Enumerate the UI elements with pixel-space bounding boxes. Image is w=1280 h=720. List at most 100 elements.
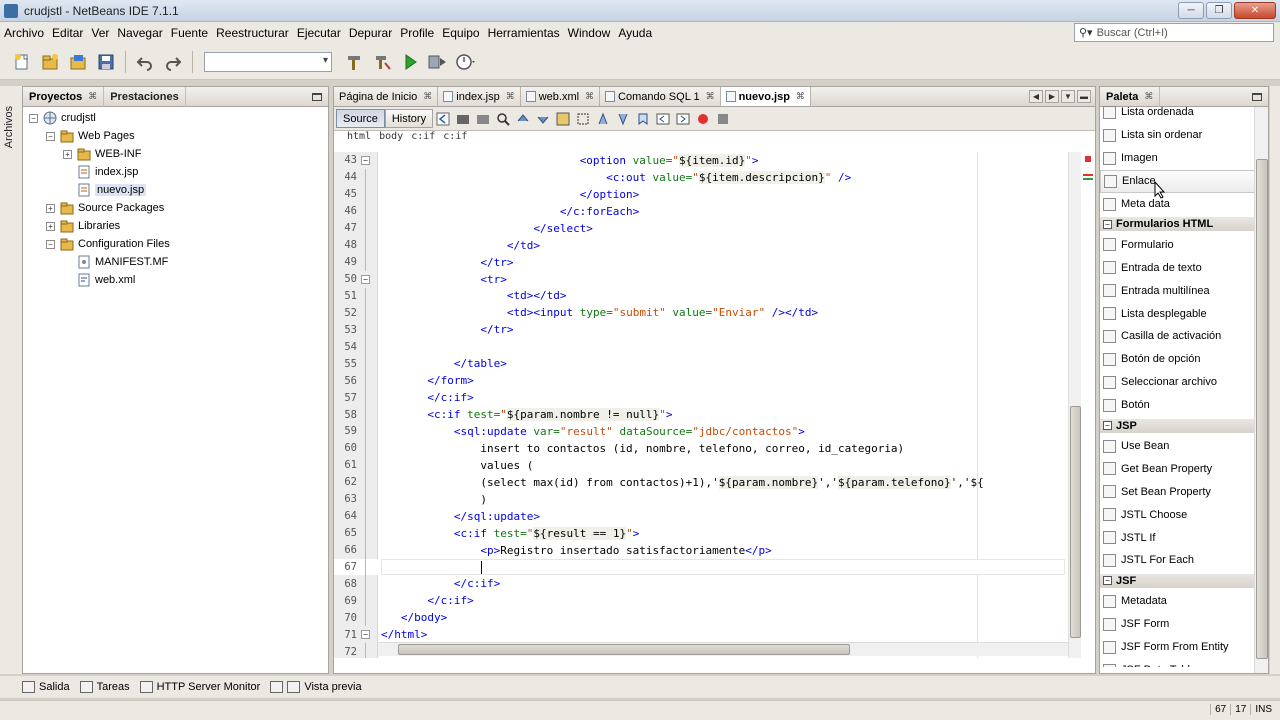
code-line[interactable]: 58 <c:if test="${param.nombre != null}">: [334, 406, 1069, 423]
close-icon[interactable]: ⌘: [506, 91, 515, 102]
find-previous-icon[interactable]: [514, 110, 532, 128]
tab-proyectos[interactable]: Proyectos ⌘: [23, 86, 105, 107]
find-next-icon[interactable]: [534, 110, 552, 128]
forward-icon[interactable]: [474, 110, 492, 128]
tree-node[interactable]: MANIFEST.MF: [23, 253, 328, 271]
build-hammer-icon[interactable]: [343, 51, 365, 73]
breadcrumb-item[interactable]: c:if: [443, 131, 467, 145]
palette-scrollbar[interactable]: [1254, 107, 1268, 673]
undo-icon[interactable]: [134, 51, 156, 73]
shift-left-icon[interactable]: [654, 110, 672, 128]
menu-herramientas[interactable]: Herramientas: [484, 26, 564, 40]
tree-node[interactable]: − Web Pages: [23, 127, 328, 145]
minimize-panel-icon[interactable]: [312, 92, 322, 101]
shift-right-icon[interactable]: [674, 110, 692, 128]
menu-archivo[interactable]: Archivo: [0, 26, 48, 40]
tab-vista-previa[interactable]: Vista previa: [270, 681, 362, 693]
code-line[interactable]: 59 <sql:update var="result" dataSource="…: [334, 423, 1069, 440]
profile-project-icon[interactable]: [455, 51, 477, 73]
fold-toggle-icon[interactable]: −: [361, 630, 370, 640]
new-project-icon[interactable]: [39, 51, 61, 73]
close-icon[interactable]: ⌘: [423, 91, 432, 102]
tab-salida[interactable]: Salida: [22, 681, 70, 693]
palette-category[interactable]: − JSF: [1100, 573, 1268, 588]
palette-item[interactable]: Botón de opción: [1100, 348, 1268, 371]
code-line[interactable]: 55 </table>: [334, 355, 1069, 373]
close-icon[interactable]: ⌘: [88, 91, 97, 102]
fold-toggle-icon[interactable]: −: [361, 155, 370, 165]
code-line[interactable]: 51 <td></td>: [334, 287, 1069, 305]
tree-node[interactable]: + WEB-INF: [23, 145, 328, 163]
palette-item[interactable]: JSTL For Each: [1100, 549, 1268, 572]
code-area[interactable]: 43− <option value="${item.id}"> 44 <c:out…: [334, 152, 1069, 658]
close-icon[interactable]: ⌘: [585, 91, 594, 102]
code-line[interactable]: 65 <c:if test="${result == 1}">: [334, 524, 1069, 542]
code-line[interactable]: 67: [334, 558, 1069, 576]
tab-prestaciones[interactable]: Prestaciones: [104, 86, 186, 107]
palette-item[interactable]: Formulario: [1100, 233, 1268, 256]
maximize-button[interactable]: ❐: [1206, 2, 1232, 19]
toggle-rectangular-selection-icon[interactable]: [574, 110, 592, 128]
code-line[interactable]: 57 </c:if>: [334, 389, 1069, 407]
palette-item[interactable]: JSTL Choose: [1100, 503, 1268, 526]
palette-item[interactable]: Lista sin ordenar: [1100, 124, 1268, 147]
palette-item[interactable]: Meta data: [1100, 193, 1268, 216]
tree-node[interactable]: + Source Packages: [23, 199, 328, 217]
tree-node[interactable]: − Configuration Files: [23, 235, 328, 253]
back-icon[interactable]: [434, 110, 452, 128]
code-line[interactable]: 70 </body>: [334, 609, 1069, 627]
code-line[interactable]: 56 </form>: [334, 372, 1069, 390]
close-icon[interactable]: ⌘: [796, 91, 805, 102]
scrollbar-thumb[interactable]: [1256, 159, 1268, 659]
palette-item[interactable]: Casilla de activación: [1100, 325, 1268, 348]
find-icon[interactable]: [494, 110, 512, 128]
source-button[interactable]: Source: [336, 109, 385, 128]
run-project-icon[interactable]: [399, 51, 421, 73]
palette-item[interactable]: Use Bean: [1100, 435, 1268, 458]
code-line[interactable]: 68 </c:if>: [334, 575, 1069, 593]
tab-tareas[interactable]: Tareas: [79, 681, 130, 693]
palette-item[interactable]: Set Bean Property: [1100, 480, 1268, 503]
tab-archivos[interactable]: Archivos: [3, 106, 15, 148]
change-marker[interactable]: [1083, 178, 1093, 180]
palette-item[interactable]: Metadata: [1100, 590, 1268, 613]
scroll-tabs-right-icon[interactable]: ▶: [1045, 90, 1059, 103]
menu-navegar[interactable]: Navegar: [113, 26, 166, 40]
tree-node[interactable]: nuevo.jsp: [23, 181, 328, 199]
code-line[interactable]: 46 </c:forEach>: [334, 202, 1069, 220]
breadcrumb-item[interactable]: c:if: [411, 131, 435, 145]
minimize-button[interactable]: ─: [1178, 2, 1204, 19]
debug-project-icon[interactable]: [427, 51, 449, 73]
palette-item[interactable]: JSF Form: [1100, 613, 1268, 636]
code-line[interactable]: 44 <c:out value="${item.descripcion}" />: [334, 168, 1069, 186]
toggle-bookmark-icon[interactable]: [634, 110, 652, 128]
code-line[interactable]: 60 insert to contactos (id, nombre, tele…: [334, 439, 1069, 457]
expand-icon[interactable]: +: [46, 221, 55, 231]
search-input[interactable]: ⚲▾ Buscar (Ctrl+I): [1074, 23, 1274, 42]
code-line[interactable]: 66 <p>Registro insertado satisfactoriame…: [334, 541, 1069, 559]
menu-window[interactable]: Window: [564, 26, 615, 40]
history-button[interactable]: History: [384, 109, 434, 128]
tab-index-jsp[interactable]: index.jsp ⌘: [438, 87, 521, 106]
menu-editar[interactable]: Editar: [48, 26, 87, 40]
menu-profile[interactable]: Profile: [396, 26, 438, 40]
start-macro-recording-icon[interactable]: [694, 110, 712, 128]
palette-item[interactable]: JSF Data Table: [1100, 659, 1268, 667]
tab-web-xml[interactable]: web.xml ⌘: [520, 87, 601, 106]
menu-ayuda[interactable]: Ayuda: [614, 26, 656, 40]
code-line[interactable]: 71− </html>: [334, 626, 1069, 643]
code-line[interactable]: 48 </td>: [334, 236, 1069, 254]
tree-node[interactable]: web.xml: [23, 271, 328, 289]
scrollbar-thumb[interactable]: [1070, 406, 1081, 638]
palette-item[interactable]: Enlace: [1100, 169, 1268, 193]
redo-icon[interactable]: [162, 51, 184, 73]
tree-node[interactable]: + Libraries: [23, 217, 328, 235]
open-project-icon[interactable]: [67, 51, 89, 73]
new-file-icon[interactable]: [11, 51, 33, 73]
palette-item[interactable]: Get Bean Property: [1100, 457, 1268, 480]
minimize-editor-icon[interactable]: ▬: [1077, 90, 1091, 103]
clean-build-icon[interactable]: [371, 51, 393, 73]
stop-macro-recording-icon[interactable]: [714, 110, 732, 128]
collapse-icon[interactable]: −: [1103, 576, 1112, 586]
menu-reestructurar[interactable]: Reestructurar: [212, 26, 293, 40]
